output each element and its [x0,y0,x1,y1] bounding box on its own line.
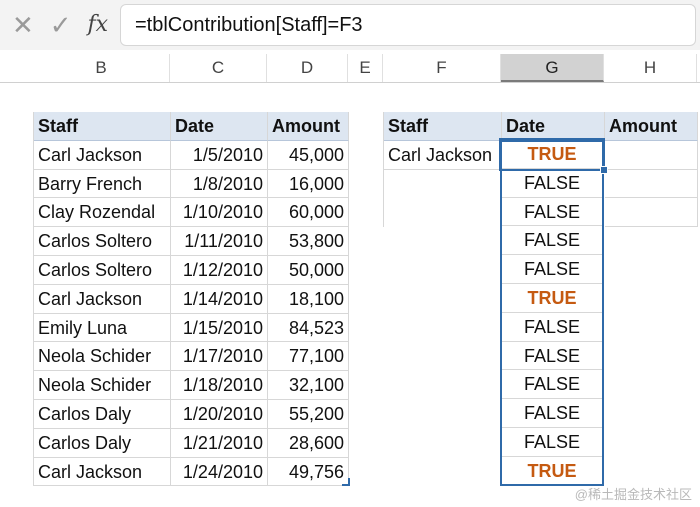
table-row: Neola Schider 1/18/2010 32,100 [34,371,349,400]
amount-cell[interactable]: 84,523 [268,313,349,343]
amount-cell[interactable]: 53,800 [268,227,349,256]
formula-bar-buttons: ✕ ✓ fx [4,4,116,46]
table-row: Carl Jackson 1/14/2010 18,100 [34,284,349,314]
staff-cell[interactable]: Clay Rozendal [34,198,171,228]
table-row: Barry French 1/8/2010 16,000 [34,169,349,199]
cancel-icon[interactable]: ✕ [12,12,34,38]
formula-input[interactable]: =tblContribution[Staff]=F3 [120,4,696,46]
table-row: Emily Luna 1/15/2010 84,523 [34,313,349,343]
staff-cell[interactable]: Carlos Soltero [34,255,171,285]
result-column: TRUE FALSE FALSE FALSE FALSE TRUE FALSE … [501,140,604,486]
criteria-header-date[interactable]: Date [502,112,605,141]
table-row: Neola Schider 1/17/2010 77,100 [34,342,349,372]
fill-handle[interactable] [600,166,608,174]
date-cell[interactable]: 1/18/2010 [171,371,268,400]
amount-cell[interactable]: 28,600 [268,428,349,458]
result-cell[interactable]: FALSE [501,168,604,198]
header-amount[interactable]: Amount [268,112,349,141]
amount-cell[interactable]: 45,000 [268,140,349,170]
column-header-d[interactable]: D [267,54,348,82]
table-resize-handle[interactable] [342,478,350,486]
amount-cell[interactable]: 32,100 [268,371,349,400]
staff-cell[interactable]: Neola Schider [34,371,171,400]
table-row: Carl Jackson 1/24/2010 49,756 [34,457,349,487]
criteria-amount-cell[interactable] [605,198,698,228]
formula-bar: ✕ ✓ fx =tblContribution[Staff]=F3 [0,0,700,50]
staff-cell[interactable]: Neola Schider [34,342,171,372]
result-cell[interactable]: TRUE [501,456,604,486]
table-row: Carlos Soltero 1/12/2010 50,000 [34,255,349,285]
column-header-strip: B C D E F G H [0,54,700,83]
criteria-amount-cell[interactable] [605,169,698,199]
date-cell[interactable]: 1/10/2010 [171,198,268,228]
result-cell[interactable]: FALSE [501,312,604,342]
staff-cell[interactable]: Carl Jackson [34,284,171,314]
table-row: Carlos Daly 1/20/2010 55,200 [34,399,349,429]
amount-cell[interactable]: 18,100 [268,284,349,314]
column-header-e[interactable]: E [348,54,383,82]
header-staff[interactable]: Staff [34,112,171,141]
staff-cell[interactable]: Carlos Soltero [34,227,171,256]
table-header-row: Staff Date Amount [34,112,349,141]
result-cell[interactable]: FALSE [501,399,604,428]
result-cell[interactable]: FALSE [501,226,604,256]
column-header-b[interactable]: B [33,54,170,82]
column-header-c[interactable]: C [170,54,267,82]
staff-cell[interactable]: Carl Jackson [34,457,171,487]
table-row: Carlos Soltero 1/11/2010 53,800 [34,227,349,256]
date-cell[interactable]: 1/14/2010 [171,284,268,314]
criteria-header-amount[interactable]: Amount [605,112,698,141]
contribution-table: Staff Date Amount Carl Jackson 1/5/2010 45… [33,112,349,487]
staff-cell[interactable]: Carl Jackson [34,140,171,170]
header-date[interactable]: Date [171,112,268,141]
date-cell[interactable]: 1/5/2010 [171,140,268,170]
result-cell[interactable]: FALSE [501,255,604,284]
result-cell[interactable]: FALSE [501,197,604,227]
amount-cell[interactable]: 49,756 [268,457,349,487]
table-row: Clay Rozendal 1/10/2010 60,000 [34,198,349,228]
empty-cell[interactable] [384,198,502,227]
staff-cell[interactable]: Carlos Daly [34,399,171,429]
table-row: Carl Jackson 1/5/2010 45,000 [34,140,349,170]
amount-cell[interactable]: 60,000 [268,198,349,228]
date-cell[interactable]: 1/21/2010 [171,428,268,458]
result-cell[interactable]: FALSE [501,341,604,371]
criteria-header-row: Staff Date Amount [384,112,698,141]
column-header-g[interactable]: G [501,54,604,82]
date-cell[interactable]: 1/8/2010 [171,169,268,199]
empty-cell[interactable] [384,170,502,199]
date-cell[interactable]: 1/15/2010 [171,313,268,343]
amount-cell[interactable]: 50,000 [268,255,349,285]
amount-cell[interactable]: 55,200 [268,399,349,429]
result-cell[interactable]: FALSE [501,370,604,400]
date-cell[interactable]: 1/20/2010 [171,399,268,429]
criteria-staff-cell[interactable]: Carl Jackson [384,140,502,170]
column-header-h[interactable]: H [604,54,697,82]
result-cell[interactable]: FALSE [501,427,604,457]
watermark: @稀土掘金技术社区 [574,487,692,502]
table-row: Carlos Daly 1/21/2010 28,600 [34,428,349,458]
date-cell[interactable]: 1/12/2010 [171,255,268,285]
staff-cell[interactable]: Emily Luna [34,313,171,343]
amount-cell[interactable]: 77,100 [268,342,349,372]
staff-cell[interactable]: Carlos Daly [34,428,171,458]
column-header-f[interactable]: F [383,54,501,82]
result-cell[interactable]: TRUE [501,140,604,169]
date-cell[interactable]: 1/24/2010 [171,457,268,487]
amount-cell[interactable]: 16,000 [268,169,349,199]
result-cell[interactable]: TRUE [501,283,604,313]
staff-cell[interactable]: Barry French [34,169,171,199]
enter-icon[interactable]: ✓ [50,12,72,38]
criteria-header-staff[interactable]: Staff [384,112,502,141]
date-cell[interactable]: 1/17/2010 [171,342,268,372]
date-cell[interactable]: 1/11/2010 [171,227,268,256]
criteria-amount-cell[interactable] [605,140,698,170]
insert-function-icon[interactable]: fx [87,14,108,36]
